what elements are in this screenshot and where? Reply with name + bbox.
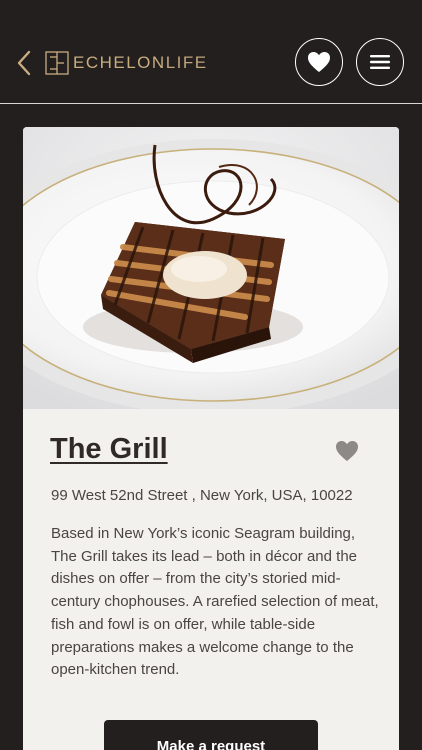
- heart-icon: [308, 52, 330, 72]
- back-button[interactable]: [10, 46, 38, 80]
- favorite-toggle[interactable]: [335, 440, 359, 462]
- app-screen: ECHELONLIFE The Grill 99 West 52nd Stree…: [0, 0, 422, 750]
- chevron-left-icon: [17, 50, 31, 76]
- dessert-plate-image: [23, 127, 399, 409]
- venue-card: The Grill 99 West 52nd Street , New York…: [23, 127, 399, 750]
- top-bar: ECHELONLIFE: [0, 0, 422, 104]
- venue-title: The Grill: [50, 433, 168, 465]
- hamburger-menu-icon: [370, 55, 390, 69]
- venue-description: Based in New York’s iconic Seagram build…: [51, 525, 379, 679]
- brand-name-secondary: LIFE: [165, 53, 208, 72]
- venue-address: 99 West 52nd Street , New York, USA, 100…: [51, 487, 353, 504]
- heart-icon: [336, 441, 358, 461]
- menu-button[interactable]: [356, 38, 404, 86]
- logo-mark-icon: [45, 51, 69, 75]
- brand-name: ECHELONLIFE: [73, 50, 208, 76]
- header-divider: [0, 103, 422, 104]
- brand-name-primary: ECHELON: [73, 53, 166, 72]
- make-request-button[interactable]: Make a request: [104, 720, 318, 750]
- favorites-button[interactable]: [295, 38, 343, 86]
- venue-photo: [23, 127, 399, 409]
- brand-logo[interactable]: ECHELONLIFE: [45, 50, 208, 76]
